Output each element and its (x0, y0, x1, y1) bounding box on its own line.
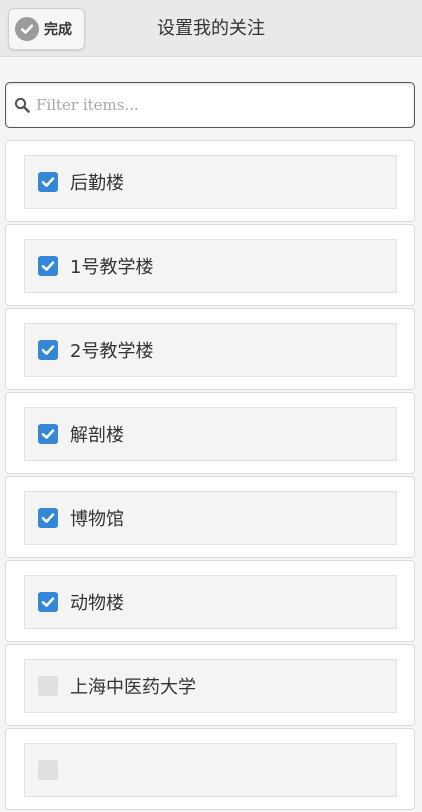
list-item[interactable]: 解剖楼 (5, 392, 415, 474)
list-item[interactable]: 2号教学楼 (5, 308, 415, 390)
done-button-label: 完成 (44, 22, 72, 38)
list-item-label: 动物楼 (70, 593, 124, 614)
checkbox-unchecked-icon[interactable] (38, 676, 58, 696)
list-item-panel[interactable]: 1号教学楼 (24, 239, 397, 293)
list-item-panel[interactable]: 上海中医药大学 (24, 659, 397, 713)
search-icon (14, 97, 30, 113)
list-item[interactable] (5, 728, 415, 810)
list-item-panel[interactable] (24, 743, 397, 797)
list-item-panel[interactable]: 后勤楼 (24, 155, 397, 209)
list-item-panel[interactable]: 2号教学楼 (24, 323, 397, 377)
list-item[interactable]: 上海中医药大学 (5, 644, 415, 726)
list-item-label: 2号教学楼 (70, 341, 154, 362)
list-item[interactable]: 动物楼 (5, 560, 415, 642)
list-item[interactable]: 1号教学楼 (5, 224, 415, 306)
checkbox-checked-icon[interactable] (38, 592, 58, 612)
checkbox-checked-icon[interactable] (38, 172, 58, 192)
page-title: 设置我的关注 (157, 18, 265, 39)
list-item-panel[interactable]: 动物楼 (24, 575, 397, 629)
list-item-panel[interactable]: 解剖楼 (24, 407, 397, 461)
checkbox-checked-icon[interactable] (38, 256, 58, 276)
list-item-label: 博物馆 (70, 509, 124, 530)
header-bar: 完成 设置我的关注 (0, 0, 422, 57)
checkbox-unchecked-icon[interactable] (38, 760, 58, 780)
list-item[interactable]: 后勤楼 (5, 140, 415, 222)
list-item-panel[interactable]: 博物馆 (24, 491, 397, 545)
checkbox-checked-icon[interactable] (38, 340, 58, 360)
item-list: 后勤楼 1号教学楼 2号教学楼解剖楼博物馆动物楼上海中医药大学 (0, 140, 422, 812)
filter-input[interactable] (36, 85, 414, 125)
list-item-label: 解剖楼 (70, 425, 124, 446)
list-item[interactable]: 博物馆 (5, 476, 415, 558)
checkbox-checked-icon[interactable] (38, 424, 58, 444)
list-item-label: 上海中医药大学 (70, 677, 196, 698)
checkbox-checked-icon[interactable] (38, 508, 58, 528)
done-button[interactable]: 完成 (8, 8, 85, 50)
check-circle-icon (15, 17, 39, 41)
list-item-label: 后勤楼 (70, 173, 124, 194)
list-item-label: 1号教学楼 (70, 257, 154, 278)
filter-field[interactable] (5, 82, 415, 128)
